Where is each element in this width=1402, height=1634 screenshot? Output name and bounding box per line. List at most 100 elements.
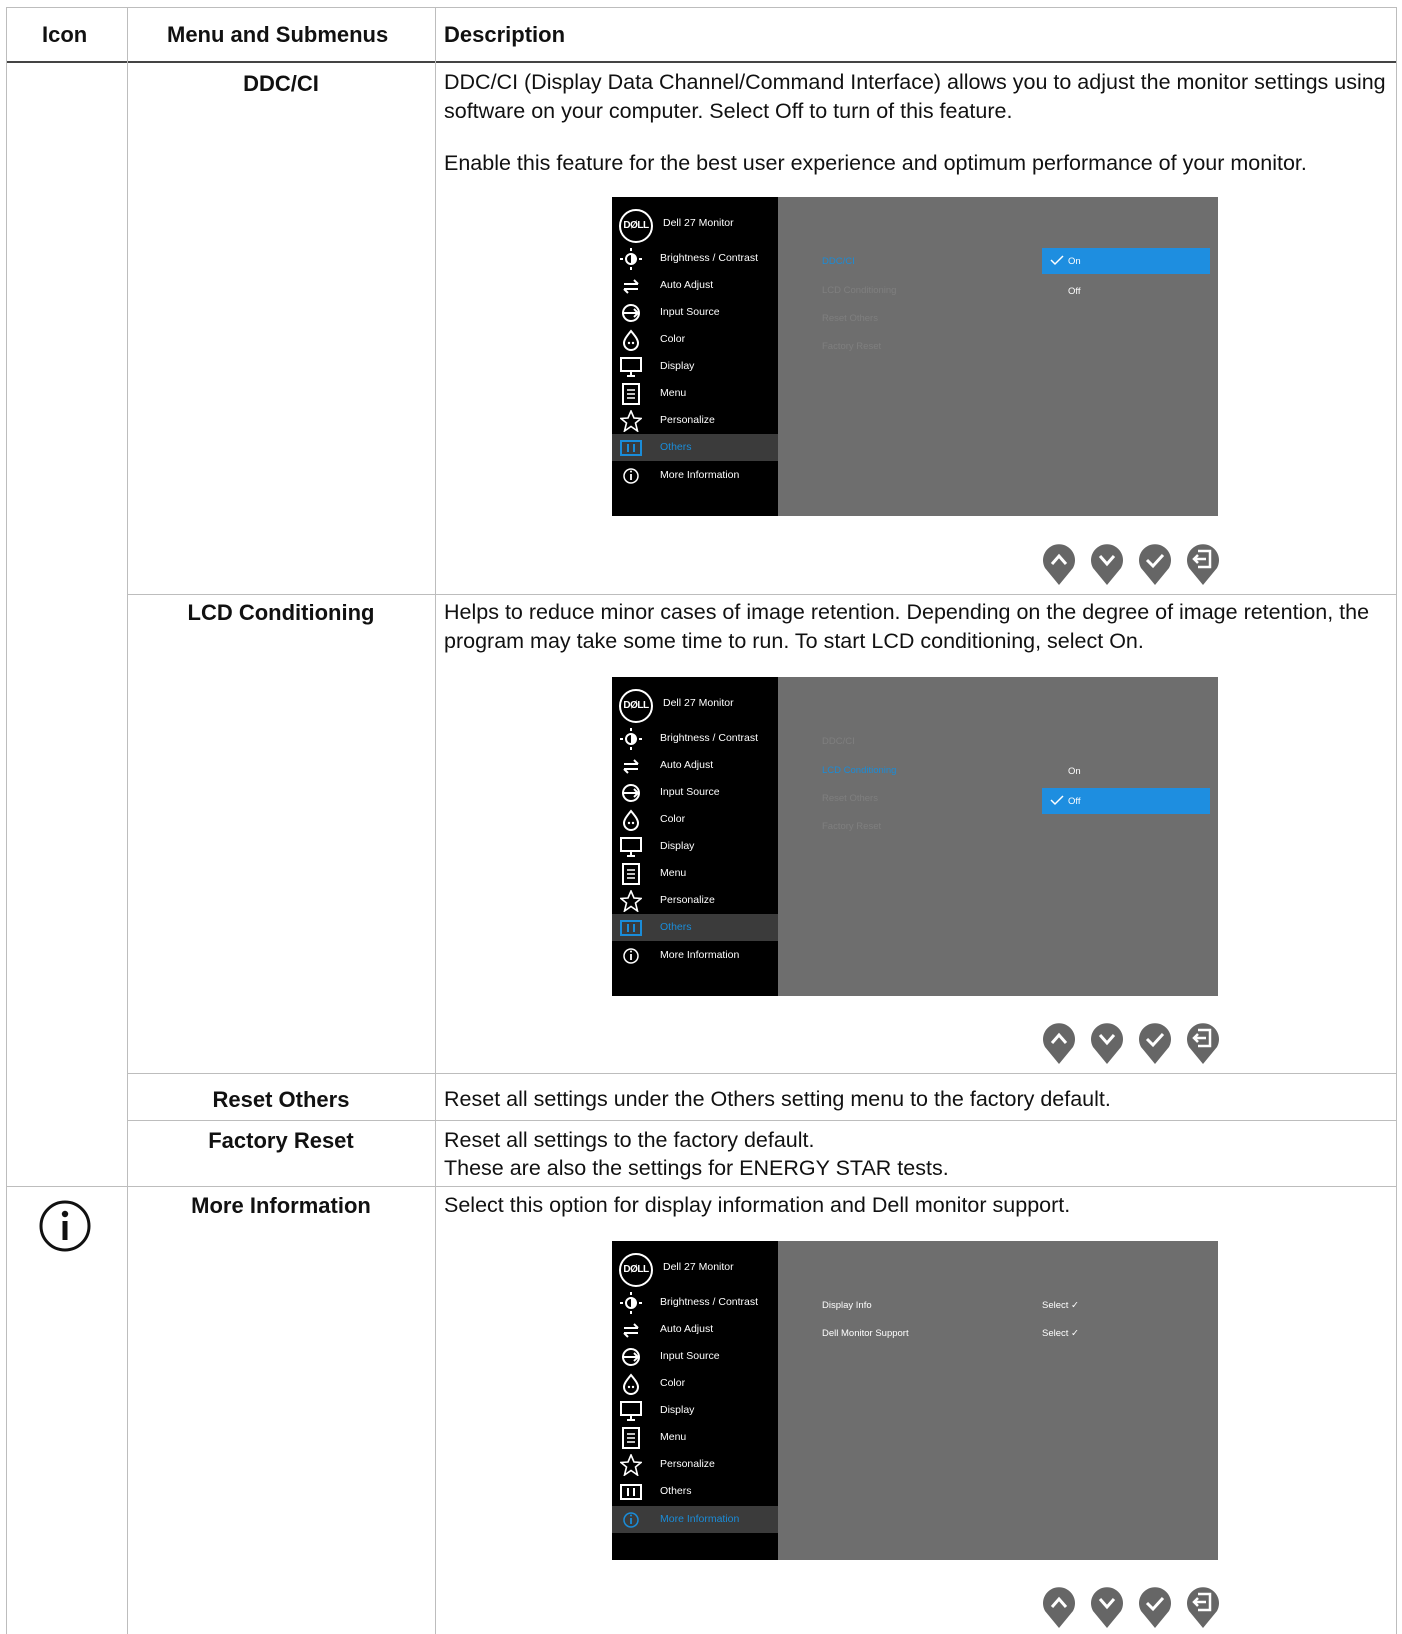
desc-ddcci-2: Enable this feature for the best user ex…	[444, 151, 1307, 175]
osd-item-label: Auto Adjust	[660, 279, 714, 291]
menu-name-more-info: More Information	[191, 1193, 371, 1218]
osd-menu-panel: DØLL Dell 27 Monitor Brightness / Contra…	[612, 197, 778, 516]
osd-item-label: Input Source	[660, 306, 720, 318]
osd-sub-ddcci: DDC/CI	[822, 736, 855, 747]
check-icon	[1139, 1023, 1171, 1064]
dell-logo: DØLL	[619, 1253, 653, 1287]
auto-adjust-icon	[623, 759, 639, 774]
others-icon	[620, 1484, 642, 1500]
osd-item-more-info: More Information	[612, 1506, 778, 1533]
desc-more-info: Select this option for display informati…	[444, 1193, 1071, 1217]
desc-reset-others: Reset all settings under the Others sett…	[444, 1087, 1111, 1111]
osd-item-label: Input Source	[660, 786, 720, 798]
row-divider	[127, 1073, 1397, 1074]
osd-item-input-source: Input Source	[612, 779, 778, 806]
auto-adjust-icon	[623, 1323, 639, 1338]
menu-name-ddcci: DDC/CI	[243, 71, 319, 96]
info-icon	[39, 1200, 91, 1252]
input-source-icon	[622, 1348, 640, 1366]
osd-item-others: Others	[612, 434, 778, 461]
osd-title: Dell 27 Monitor	[663, 217, 734, 229]
menu-icon	[622, 383, 640, 405]
osd-item-label: Menu	[660, 867, 687, 879]
brightness-icon	[620, 728, 642, 750]
osd-item-menu: Menu	[612, 860, 778, 887]
osd-item-auto-adjust: Auto Adjust	[612, 272, 778, 299]
header-bottom-border	[6, 61, 1397, 63]
document-page: Icon Menu and Submenus Description DDC/C…	[0, 0, 1402, 1634]
osd-sub-reset-others: Reset Others	[822, 313, 878, 324]
osd-item-menu: Menu	[612, 380, 778, 407]
osd-item-display: Display	[612, 833, 778, 860]
others-icon	[620, 920, 642, 936]
brightness-icon	[620, 248, 642, 270]
info-icon	[623, 1512, 639, 1528]
table-right-border	[1396, 7, 1397, 1634]
info-icon	[623, 468, 639, 484]
osd-select-value: Select ✓	[1042, 1328, 1080, 1339]
osd-item-label: Auto Adjust	[660, 759, 714, 771]
osd-sub-display-info: Display Info	[822, 1300, 872, 1311]
menu-name-reset-others: Reset Others	[212, 1087, 350, 1112]
osd-option-label: On	[1068, 766, 1081, 777]
input-source-icon	[622, 304, 640, 322]
osd-item-display: Display	[612, 353, 778, 380]
up-icon	[1043, 544, 1075, 585]
osd-option-on: On	[1042, 248, 1210, 274]
nav-buttons	[1042, 1021, 1219, 1065]
osd-item-label: Personalize	[660, 414, 715, 426]
nav-buttons	[1042, 1585, 1219, 1629]
osd-item-label: Color	[660, 1377, 686, 1389]
osd-option-on: On	[1042, 758, 1210, 784]
osd-item-label: Others	[660, 1485, 692, 1497]
osd-menu-panel: DØLL Dell 27 Monitor Brightness / Contra…	[612, 677, 778, 996]
menu-name-lcd: LCD Conditioning	[187, 600, 375, 625]
desc-ddcci: DDC/CI (Display Data Channel/Command Int…	[444, 70, 1386, 123]
osd-item-auto-adjust: Auto Adjust	[612, 1316, 778, 1343]
back-icon	[1187, 1587, 1219, 1628]
osd-sub-factory-reset: Factory Reset	[822, 341, 882, 352]
row-divider	[127, 1120, 1397, 1121]
dell-logo: DØLL	[619, 689, 653, 723]
osd-item-label: More Information	[660, 1513, 740, 1525]
display-icon	[620, 837, 642, 857]
osd-item-auto-adjust: Auto Adjust	[612, 752, 778, 779]
osd-item-label: Display	[660, 840, 695, 852]
osd-screenshot: DØLL Dell 27 Monitor Brightness / Contra…	[612, 197, 1218, 516]
osd-item-display: Display	[612, 1397, 778, 1424]
osd-item-label: Auto Adjust	[660, 1323, 714, 1335]
osd-item-label: Display	[660, 1404, 695, 1416]
osd-item-brightness: Brightness / Contrast	[612, 725, 778, 752]
osd-item-input-source: Input Source	[612, 1343, 778, 1370]
osd-item-label: Brightness / Contrast	[660, 1296, 759, 1308]
osd-item-label: Color	[660, 813, 686, 825]
row-divider	[127, 594, 1397, 595]
color-icon	[622, 329, 640, 351]
osd-sub-lcd: LCD Conditioning	[822, 285, 897, 296]
header-description: Description	[444, 22, 566, 47]
osd-item-brightness: Brightness / Contrast	[612, 1289, 778, 1316]
up-icon	[1043, 1587, 1075, 1628]
header-icon: Icon	[42, 22, 88, 47]
osd-item-more-info: More Information	[612, 942, 778, 969]
osd-item-label: Personalize	[660, 894, 715, 906]
osd-option-label: On	[1068, 256, 1081, 267]
osd-item-color: Color	[612, 326, 778, 353]
osd-select-value: Select ✓	[1042, 1300, 1080, 1311]
color-icon	[622, 809, 640, 831]
brightness-icon	[620, 1292, 642, 1314]
star-icon	[620, 1454, 642, 1476]
input-source-icon	[622, 784, 640, 802]
check-icon	[1050, 255, 1064, 266]
header-menu: Menu and Submenus	[167, 22, 389, 47]
osd-option-label: Off	[1068, 796, 1081, 807]
display-icon	[620, 357, 642, 377]
osd-item-more-info: More Information	[612, 462, 778, 489]
down-icon	[1091, 1023, 1123, 1064]
display-icon	[620, 1401, 642, 1421]
osd-item-label: Menu	[660, 387, 687, 399]
osd-item-personalize: Personalize	[612, 1451, 778, 1478]
table-top-border	[6, 7, 1397, 8]
check-icon	[1050, 795, 1064, 806]
desc-factory-reset: Reset all settings to the factory defaul…	[444, 1128, 815, 1152]
